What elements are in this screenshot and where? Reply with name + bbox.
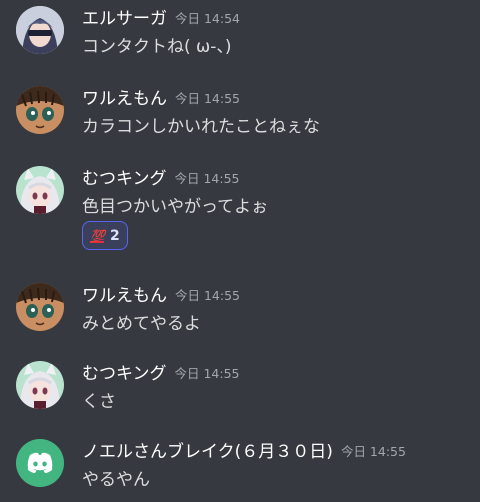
discord-logo-icon xyxy=(16,439,64,487)
avatar-mutsuking[interactable] xyxy=(16,166,64,214)
timestamp: 今日 14:55 xyxy=(174,171,240,186)
message-text: 色目つかいやがってよぉ xyxy=(82,197,269,217)
author-label[interactable]: ワルえもん xyxy=(82,286,167,306)
message: ワルえもん 今日 14:55 カラコンしかいれたことねぇな xyxy=(0,80,480,150)
100-icon: 💯 xyxy=(90,228,105,243)
author-name[interactable]: ワルえもん 今日 14:55 xyxy=(82,84,240,109)
timestamp: 今日 14:54 xyxy=(175,11,240,26)
timestamp: 今日 14:55 xyxy=(175,288,240,303)
author-label[interactable]: むつキング xyxy=(82,169,167,189)
author-label[interactable]: ノエルさんブレイク(６月３０日) xyxy=(82,442,333,462)
message-text: みとめてやるよ xyxy=(82,314,201,334)
avatar-waruemon[interactable] xyxy=(16,283,64,331)
message-text: くさ xyxy=(82,392,116,412)
timestamp: 今日 14:55 xyxy=(174,366,240,381)
author-label[interactable]: ワルえもん xyxy=(82,89,167,109)
author-name[interactable]: ワルえもん 今日 14:55 xyxy=(82,281,240,306)
avatar-elsaga[interactable] xyxy=(16,6,64,54)
message: エルサーガ 今日 14:54 コンタクトね( ω-、) xyxy=(0,0,480,70)
message-text: コンタクトね( ω-、) xyxy=(82,37,232,57)
message: むつキング 今日 14:55 くさ xyxy=(0,355,480,425)
avatar-noel-discord[interactable] xyxy=(16,439,64,487)
author-name[interactable]: エルサーガ 今日 14:54 xyxy=(82,4,240,29)
author-label[interactable]: エルサーガ xyxy=(82,9,167,29)
message: むつキング 今日 14:55 色目つかいやがってよぉ 💯 2 xyxy=(0,160,480,260)
timestamp: 今日 14:55 xyxy=(340,444,406,459)
reaction-button[interactable]: 💯 2 xyxy=(82,221,128,250)
author-name[interactable]: ノエルさんブレイク(６月３０日) 今日 14:55 xyxy=(82,437,406,462)
author-name[interactable]: むつキング 今日 14:55 xyxy=(82,164,240,189)
timestamp: 今日 14:55 xyxy=(175,91,240,106)
message: ノエルさんブレイク(６月３０日) 今日 14:55 やるやん xyxy=(0,433,480,502)
avatar-mutsuking[interactable] xyxy=(16,361,64,409)
reaction-count: 2 xyxy=(109,227,120,244)
author-name[interactable]: むつキング 今日 14:55 xyxy=(82,359,240,384)
author-label[interactable]: むつキング xyxy=(82,364,167,384)
message-text: やるやん xyxy=(82,470,150,490)
avatar-waruemon[interactable] xyxy=(16,86,64,134)
message-text: カラコンしかいれたことねぇな xyxy=(82,117,320,137)
message: ワルえもん 今日 14:55 みとめてやるよ xyxy=(0,277,480,347)
